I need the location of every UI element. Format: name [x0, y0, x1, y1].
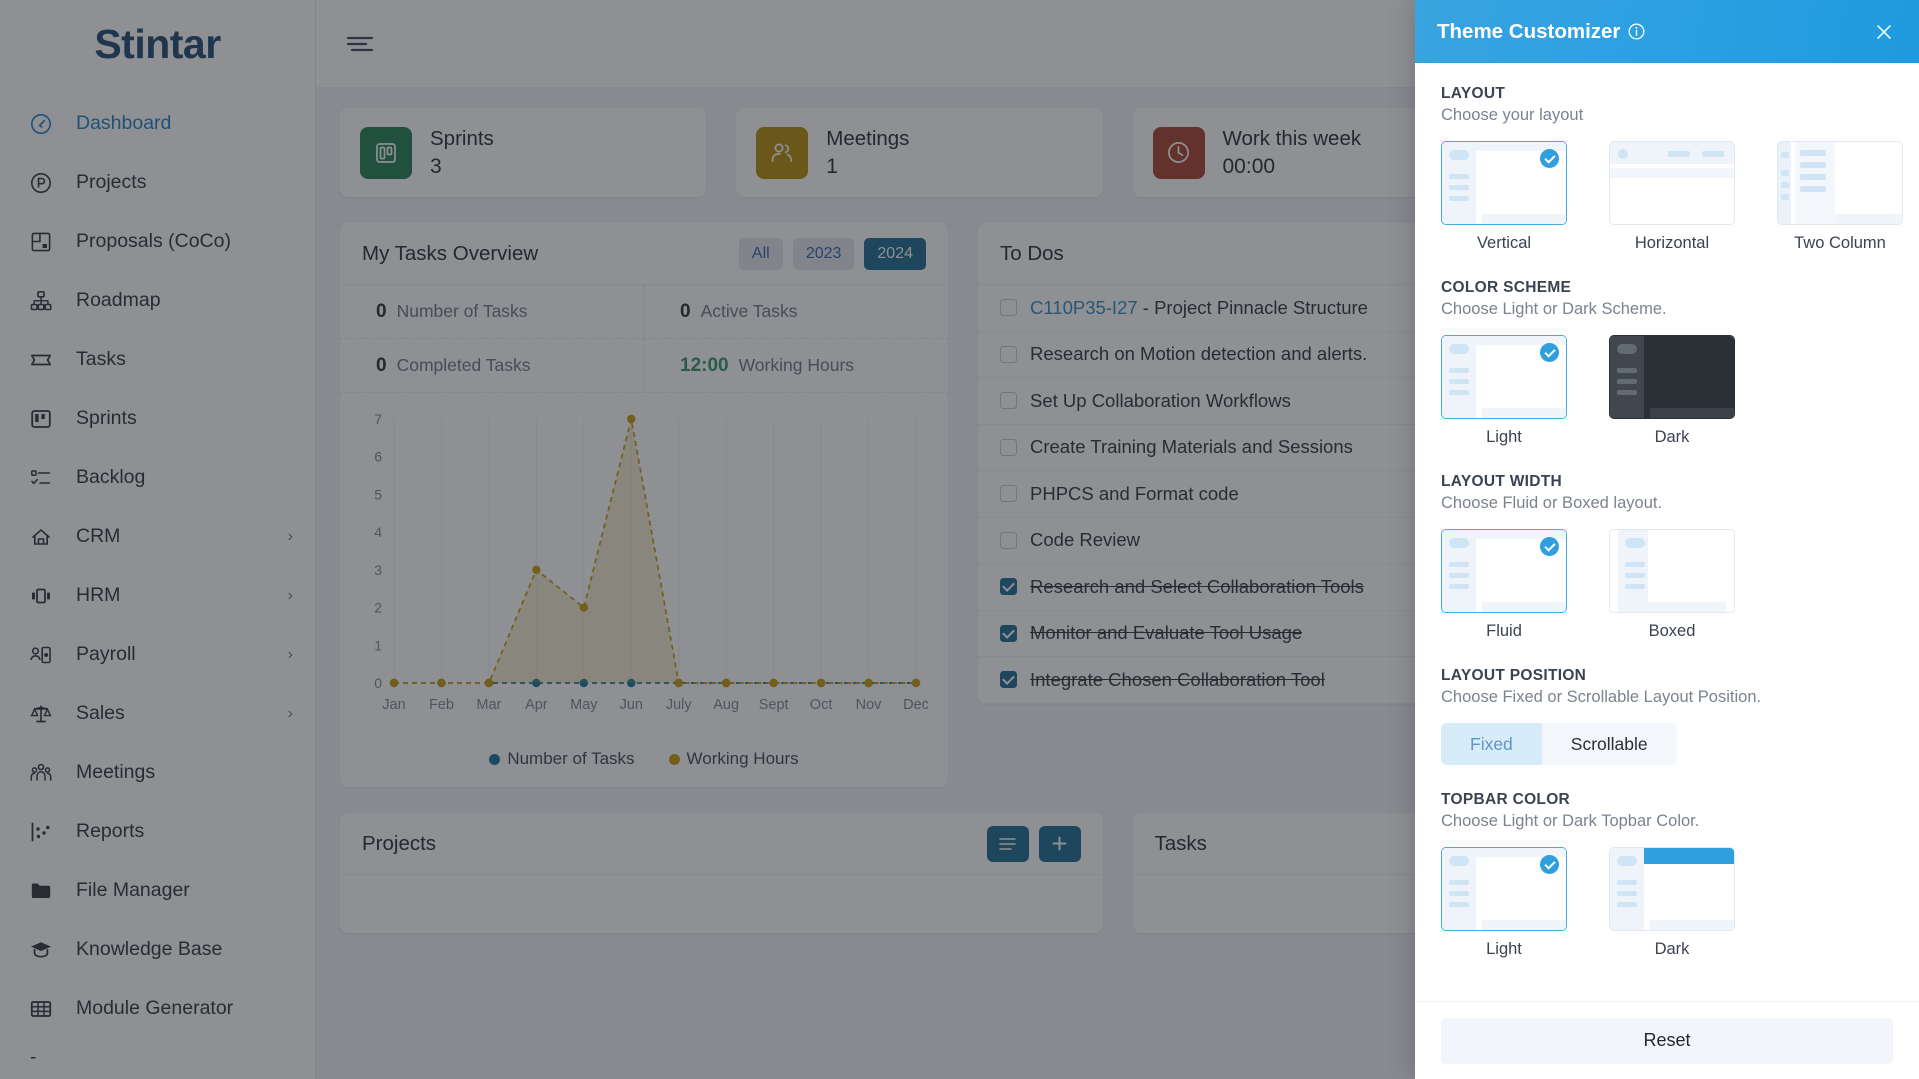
- section-color-scheme: COLOR SCHEME Choose Light or Dark Scheme…: [1441, 279, 1893, 447]
- layout-position-fixed-button[interactable]: Fixed: [1441, 723, 1542, 765]
- customizer-header: Theme Customizer: [1415, 0, 1919, 63]
- topbar-color-light-label: Light: [1486, 940, 1522, 958]
- topbar-color-option-light[interactable]: Light: [1441, 847, 1567, 959]
- close-icon[interactable]: [1869, 17, 1899, 47]
- layout-width-fluid-label: Fluid: [1486, 622, 1522, 640]
- section-layout-position-title: LAYOUT POSITION: [1441, 667, 1587, 684]
- info-icon[interactable]: [1628, 23, 1645, 40]
- layout-options: Vertical Horizontal Two Column: [1441, 141, 1903, 253]
- layout-two-column-thumb[interactable]: [1777, 141, 1903, 225]
- topbar-color-dark-label: Dark: [1654, 940, 1690, 958]
- topbar-color-options: Light Dark: [1441, 847, 1893, 959]
- layout-width-fluid-thumb[interactable]: [1441, 529, 1567, 613]
- section-topbar-color: TOPBAR COLOR Choose Light or Dark Topbar…: [1441, 791, 1893, 959]
- section-topbar-color-subtitle: Choose Light or Dark Topbar Color.: [1441, 812, 1700, 830]
- layout-option-horizontal[interactable]: Horizontal: [1609, 141, 1735, 253]
- customizer-footer: Reset: [1415, 1001, 1919, 1079]
- layout-width-option-fluid[interactable]: Fluid: [1441, 529, 1567, 641]
- section-topbar-color-title: TOPBAR COLOR: [1441, 791, 1571, 808]
- layout-vertical-thumb[interactable]: [1441, 141, 1567, 225]
- color-scheme-option-dark[interactable]: Dark: [1609, 335, 1735, 447]
- customizer-body: LAYOUT Choose your layout Vertical Horiz…: [1415, 63, 1919, 1001]
- section-layout-position: LAYOUT POSITION Choose Fixed or Scrollab…: [1441, 667, 1893, 765]
- section-layout-title: LAYOUT: [1441, 85, 1506, 102]
- app-root: Stintar DashboardProjectsProposals (CoCo…: [0, 0, 1919, 1079]
- layout-width-boxed-thumb[interactable]: [1609, 529, 1735, 613]
- color-scheme-light-thumb[interactable]: [1441, 335, 1567, 419]
- topbar-color-light-thumb[interactable]: [1441, 847, 1567, 931]
- reset-button[interactable]: Reset: [1441, 1017, 1893, 1064]
- section-color-scheme-subtitle: Choose Light or Dark Scheme.: [1441, 300, 1667, 318]
- layout-horizontal-label: Horizontal: [1634, 234, 1710, 252]
- topbar-color-light-check-icon: [1540, 855, 1559, 874]
- layout-width-boxed-label: Boxed: [1648, 622, 1696, 640]
- layout-option-vertical[interactable]: Vertical: [1441, 141, 1567, 253]
- color-scheme-light-check-icon: [1540, 343, 1559, 362]
- layout-width-option-boxed[interactable]: Boxed: [1609, 529, 1735, 641]
- layout-horizontal-thumb[interactable]: [1609, 141, 1735, 225]
- color-scheme-option-light[interactable]: Light: [1441, 335, 1567, 447]
- color-scheme-dark-thumb[interactable]: [1609, 335, 1735, 419]
- section-color-scheme-title: COLOR SCHEME: [1441, 279, 1572, 296]
- topbar-color-option-dark[interactable]: Dark: [1609, 847, 1735, 959]
- layout-vertical-label: Vertical: [1476, 234, 1532, 252]
- color-scheme-options: Light Dark: [1441, 335, 1893, 447]
- layout-width-options: Fluid Boxed: [1441, 529, 1893, 641]
- topbar-color-dark-thumb[interactable]: [1609, 847, 1735, 931]
- layout-position-scrollable-button[interactable]: Scrollable: [1541, 723, 1677, 765]
- layout-position-segmented: Fixed Scrollable: [1441, 723, 1677, 765]
- theme-customizer-panel: Theme Customizer LAYOUT Choose your layo…: [1415, 0, 1919, 1079]
- layout-two-column-label: Two Column: [1794, 234, 1886, 252]
- customizer-title: Theme Customizer: [1437, 19, 1621, 43]
- section-layout: LAYOUT Choose your layout Vertical Horiz…: [1441, 85, 1903, 253]
- section-layout-subtitle: Choose your layout: [1441, 106, 1584, 124]
- section-layout-width: LAYOUT WIDTH Choose Fluid or Boxed layou…: [1441, 473, 1893, 641]
- layout-vertical-check-icon: [1540, 149, 1559, 168]
- color-scheme-dark-label: Dark: [1654, 428, 1690, 446]
- layout-option-two-column[interactable]: Two Column: [1777, 141, 1903, 253]
- section-layout-width-title: LAYOUT WIDTH: [1441, 473, 1562, 490]
- section-layout-position-subtitle: Choose Fixed or Scrollable Layout Positi…: [1441, 688, 1762, 706]
- section-layout-width-subtitle: Choose Fluid or Boxed layout.: [1441, 494, 1663, 512]
- color-scheme-light-label: Light: [1486, 428, 1522, 446]
- layout-width-fluid-check-icon: [1540, 537, 1559, 556]
